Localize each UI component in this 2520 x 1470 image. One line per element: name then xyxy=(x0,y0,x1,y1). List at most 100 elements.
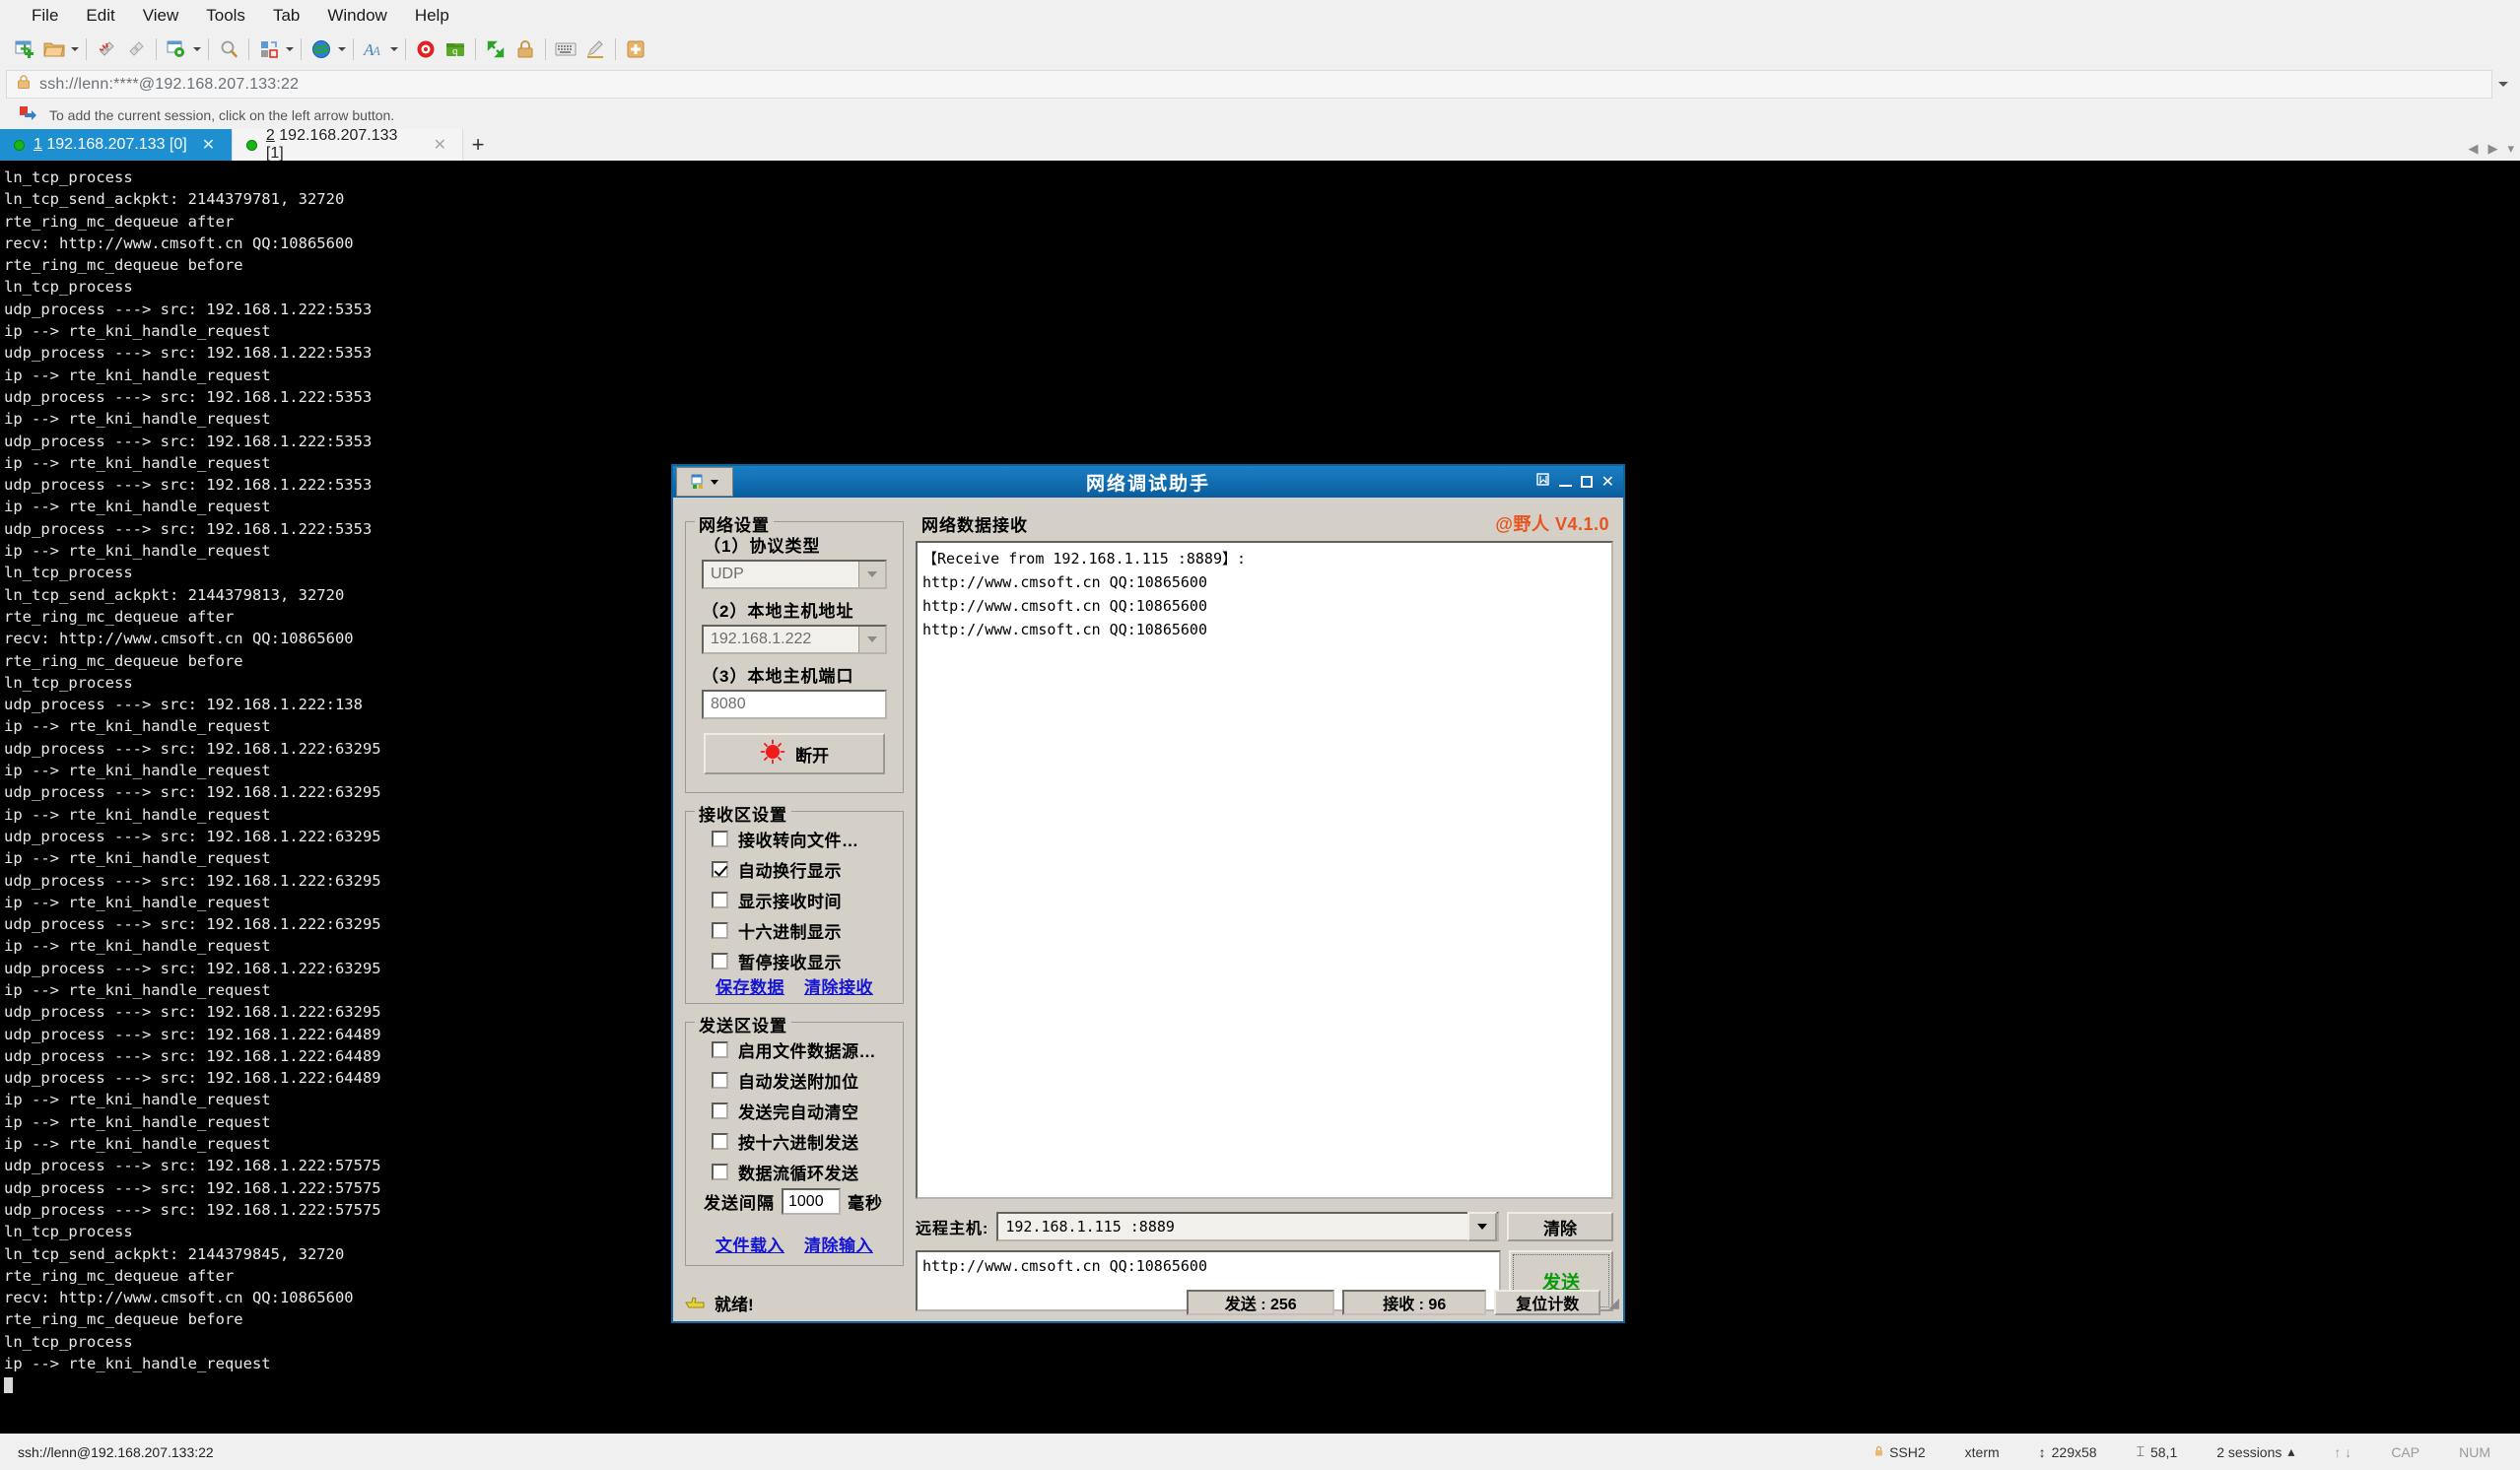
checkbox-box[interactable] xyxy=(712,891,728,908)
fullscreen-icon[interactable] xyxy=(481,34,511,64)
record-icon[interactable] xyxy=(411,34,441,64)
send-settings-caption: 发送区设置 xyxy=(695,1012,791,1036)
tab-scroll-controls[interactable]: ◀ ▶ ▾ xyxy=(2468,141,2514,157)
tab-label: 2 192.168.207.133 [1] xyxy=(265,127,398,162)
chevron-down-icon[interactable] xyxy=(1467,1212,1497,1241)
tab-list-icon[interactable]: ▾ xyxy=(2507,141,2514,157)
address-dropdown-icon[interactable] xyxy=(2492,71,2514,98)
checkbox-show-recv-time[interactable]: 显示接收时间 xyxy=(712,887,859,912)
transfer-dropdown-icon[interactable] xyxy=(284,34,296,64)
disconnect-icon[interactable] xyxy=(92,34,121,64)
checkbox-box[interactable] xyxy=(712,1071,728,1089)
checkbox-auto-append[interactable]: 自动发送附加位 xyxy=(712,1067,876,1093)
open-folder-icon[interactable] xyxy=(39,34,69,64)
checkbox-box[interactable] xyxy=(712,1132,728,1150)
open-folder-dropdown-icon[interactable] xyxy=(69,34,81,64)
sent-counter: 发送 : 256 xyxy=(1187,1290,1335,1315)
local-port-input[interactable]: 8080 xyxy=(702,690,887,719)
close-icon[interactable]: ✕ xyxy=(1601,472,1614,492)
tab-session-2[interactable]: 2 192.168.207.133 [1] ✕ xyxy=(232,127,463,162)
load-file-link[interactable]: 文件载入 xyxy=(715,1232,784,1256)
checkbox-box[interactable] xyxy=(712,1102,728,1119)
terminal-line: rte_ring_mc_dequeue after xyxy=(4,212,235,231)
menu-item-window[interactable]: Window xyxy=(313,2,400,30)
chevron-up-icon[interactable]: ▴ xyxy=(2287,1443,2294,1460)
status-sessions[interactable]: 2 sessions ▴ xyxy=(2197,1443,2314,1460)
new-tab-button[interactable]: + xyxy=(463,129,493,161)
send-interval-input[interactable]: 1000 xyxy=(782,1188,841,1215)
menu-item-file[interactable]: File xyxy=(18,2,72,30)
save-data-link[interactable]: 保存数据 xyxy=(715,973,784,998)
checkbox-box[interactable] xyxy=(712,921,728,939)
checkbox-box[interactable] xyxy=(712,1163,728,1180)
lock-toolbar-icon[interactable] xyxy=(511,34,540,64)
chevron-down-icon[interactable] xyxy=(858,562,885,587)
status-terminal-type: xterm xyxy=(1964,1443,2000,1460)
chevron-down-icon[interactable] xyxy=(858,627,885,652)
remote-host-select[interactable]: 192.168.1.115 :8889 xyxy=(996,1212,1499,1241)
resize-grip-icon[interactable]: ◢ xyxy=(1608,1295,1619,1311)
lock-small-icon xyxy=(1874,1444,1883,1460)
checkbox-hex-display[interactable]: 十六进制显示 xyxy=(712,917,859,943)
resize-icon: ↕ xyxy=(2038,1443,2046,1460)
pin-icon[interactable] xyxy=(1535,472,1550,492)
protocol-select[interactable]: UDP xyxy=(702,560,887,589)
keyboard-icon[interactable] xyxy=(551,34,580,64)
disconnect-button[interactable]: 断开 xyxy=(704,733,885,774)
menu-item-edit[interactable]: Edit xyxy=(72,2,128,30)
reset-counter-button[interactable]: 复位计数 xyxy=(1494,1290,1601,1315)
find-icon[interactable] xyxy=(214,34,243,64)
dialog-title-bar[interactable]: 网络调试助手 ✕ xyxy=(673,466,1623,498)
globe-dropdown-icon[interactable] xyxy=(336,34,348,64)
tab-close-icon[interactable]: ✕ xyxy=(196,135,221,155)
menu-item-view[interactable]: View xyxy=(129,2,193,30)
toolbar-separator xyxy=(475,38,476,60)
session-hint-bar: To add the current session, click on the… xyxy=(0,101,2520,129)
checkbox-hex-send[interactable]: 按十六进制发送 xyxy=(712,1128,876,1154)
receive-settings-caption: 接收区设置 xyxy=(695,801,791,826)
tab-close-icon[interactable]: ✕ xyxy=(428,135,452,155)
clear-receive-link[interactable]: 清除接收 xyxy=(804,973,873,998)
send-textarea-value: http://www.cmsoft.cn QQ:10865600 xyxy=(922,1257,1207,1275)
log-to-file-icon[interactable]: q xyxy=(441,34,470,64)
menu-item-tools[interactable]: Tools xyxy=(192,2,259,30)
connect-icon[interactable] xyxy=(121,34,151,64)
minimize-icon[interactable] xyxy=(1558,485,1572,487)
menu-item-tab[interactable]: Tab xyxy=(259,2,313,30)
font-dropdown-icon[interactable] xyxy=(388,34,400,64)
session-properties-dropdown-icon[interactable] xyxy=(191,34,203,64)
globe-icon[interactable] xyxy=(306,34,336,64)
compose-icon[interactable] xyxy=(580,34,610,64)
menu-item-help[interactable]: Help xyxy=(401,2,463,30)
checkbox-pause-recv[interactable]: 暂停接收显示 xyxy=(712,948,859,973)
address-input[interactable]: ssh://lenn:****@192.168.207.133:22 xyxy=(6,70,2492,99)
tab-session-1[interactable]: 1 192.168.207.133 [0] ✕ xyxy=(0,129,232,161)
local-host-select[interactable]: 192.168.1.222 xyxy=(702,625,887,654)
receive-textarea[interactable]: 【Receive from 192.168.1.115 :8889】: http:… xyxy=(916,541,1613,1199)
checkbox-auto-wrap[interactable]: 自动换行显示 xyxy=(712,856,859,882)
tab-bar: 1 192.168.207.133 [0] ✕ 2 192.168.207.13… xyxy=(0,127,2520,162)
new-file-transfer-icon[interactable] xyxy=(621,34,650,64)
checkbox-enable-file-source[interactable]: 启用文件数据源… xyxy=(712,1036,876,1062)
checkbox-loop-send[interactable]: 数据流循环发送 xyxy=(712,1159,876,1184)
toolbar-separator xyxy=(248,38,249,60)
checkbox-box[interactable] xyxy=(712,1040,728,1058)
clear-input-link[interactable]: 清除输入 xyxy=(804,1232,873,1256)
checkbox-box[interactable] xyxy=(712,952,728,969)
tab-scroll-right-icon[interactable]: ▶ xyxy=(2487,141,2497,157)
terminal-line: ip --> rte_kni_handle_request xyxy=(4,322,271,341)
new-session-icon[interactable] xyxy=(10,34,39,64)
transfer-icon[interactable] xyxy=(254,34,284,64)
checkbox-recv-to-file[interactable]: 接收转向文件… xyxy=(712,826,859,851)
receive-line: http://www.cmsoft.cn QQ:10865600 xyxy=(922,597,1207,615)
checkbox-box[interactable] xyxy=(712,860,728,878)
session-properties-icon[interactable] xyxy=(162,34,191,64)
checkbox-clear-after-send[interactable]: 发送完自动清空 xyxy=(712,1098,876,1123)
font-icon[interactable]: AA xyxy=(359,34,388,64)
maximize-icon[interactable] xyxy=(1580,476,1593,488)
tab-scroll-left-icon[interactable]: ◀ xyxy=(2468,141,2478,157)
toolbar-separator xyxy=(208,38,209,60)
clear-remote-button[interactable]: 清除 xyxy=(1507,1212,1613,1241)
checkbox-box[interactable] xyxy=(712,830,728,847)
net-assist-dialog[interactable]: 网络调试助手 ✕ 网络设置 （1）协议类型 UDP （2）本地主机地址 192.… xyxy=(671,464,1625,1323)
